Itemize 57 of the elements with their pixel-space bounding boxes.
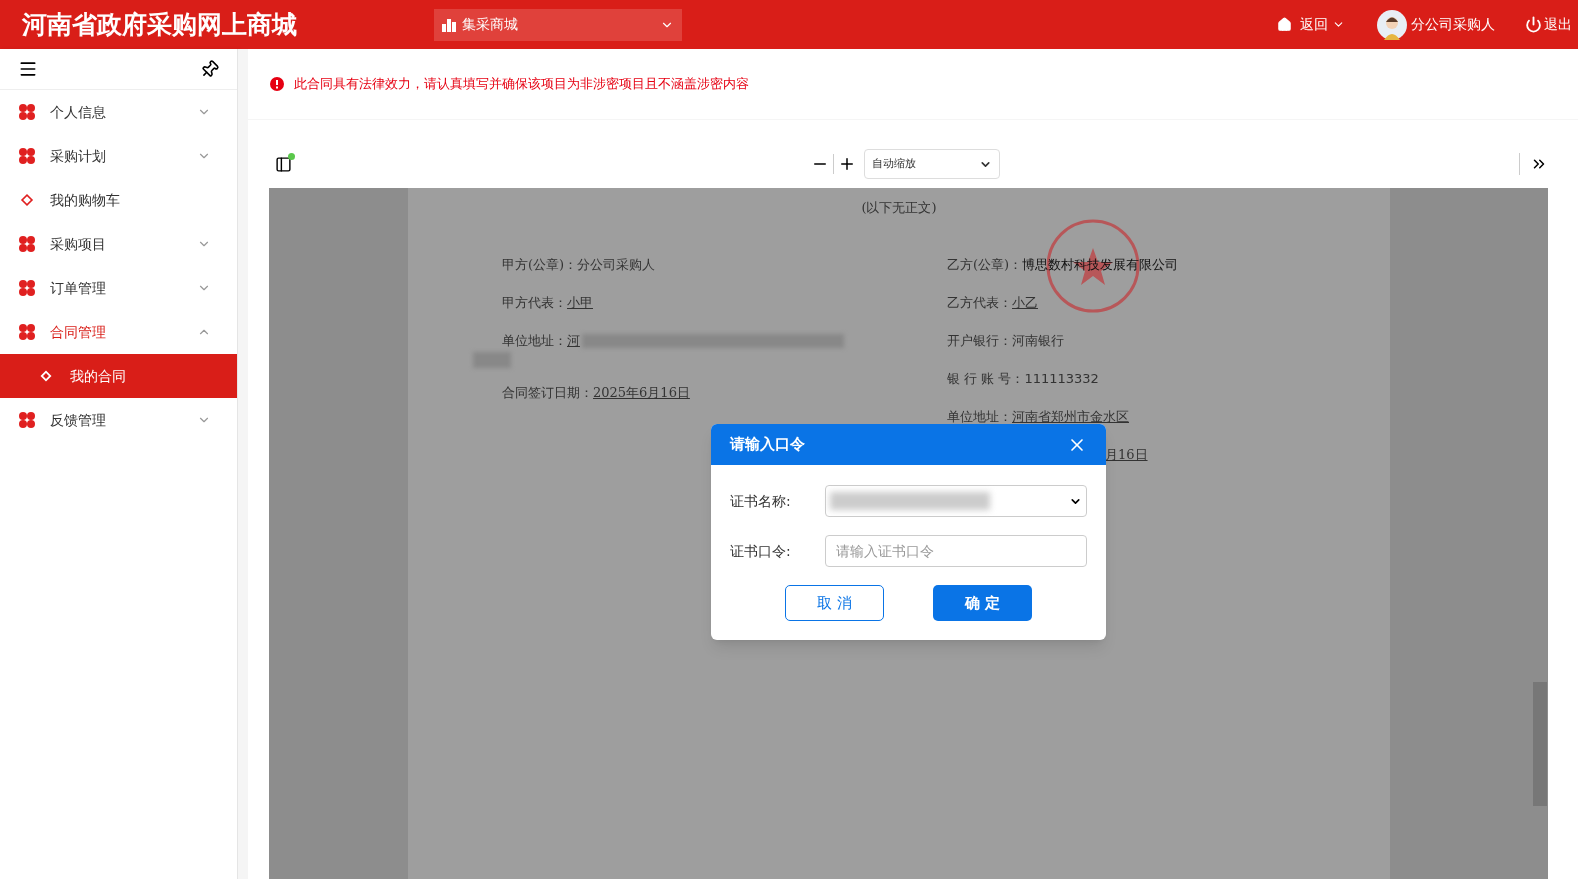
field-value: 小甲 <box>567 293 593 312</box>
back-menu[interactable]: 返回 <box>1277 14 1345 35</box>
field-value: 2025年6月16日 <box>593 383 690 402</box>
clover-icon <box>18 279 36 297</box>
field-label: 银 行 账 号： <box>947 369 1025 388</box>
field-label: 甲方代表： <box>502 293 567 312</box>
clover-icon <box>18 147 36 165</box>
menu-item[interactable]: 我的购物车 <box>0 178 237 222</box>
submenu-item[interactable]: 我的合同 <box>0 354 237 398</box>
password-field[interactable]: 请输入证书口令 <box>825 535 1087 567</box>
user-name[interactable]: 分公司采购人 <box>1411 14 1495 35</box>
diamond-icon <box>18 191 36 209</box>
field-label: 证书口令: <box>730 541 792 561</box>
field-label: 单位地址： <box>502 331 567 350</box>
home-icon <box>1277 17 1292 32</box>
menu-item[interactable]: 采购项目 <box>0 222 237 266</box>
field-value: 小乙 <box>1012 293 1038 312</box>
field-label: 甲方(公章)： <box>502 255 578 274</box>
zoom-in-icon[interactable] <box>838 155 856 173</box>
menu-item[interactable]: 合同管理 <box>0 310 237 354</box>
alert-message: 此合同具有法律效力，请认真填写并确保该项目为非涉密项目且不涵盖涉密内容 <box>294 75 749 94</box>
zoom-select[interactable]: 自动缩放 <box>864 149 1000 179</box>
field-value: 分公司采购人 <box>577 255 656 274</box>
field-label: 证书名称: <box>730 491 792 511</box>
menu-item[interactable]: 个人信息 <box>0 90 237 134</box>
alert-icon <box>270 77 284 91</box>
field-label: 单位地址： <box>947 407 1012 426</box>
clover-icon <box>18 411 36 429</box>
diamond-icon <box>38 368 54 384</box>
field-label: 开户银行： <box>947 331 1012 350</box>
dialog-title: 请输入口令 <box>730 434 806 456</box>
field-label: 乙方代表： <box>947 293 1012 312</box>
field-value: 河 <box>567 331 580 350</box>
site-title: 河南省政府采购网上商城 <box>22 8 298 41</box>
field-label: 合同签订日期： <box>502 383 593 402</box>
bar-chart-icon <box>442 17 458 32</box>
document-note: (以下无正文) <box>861 200 937 215</box>
clover-icon <box>18 323 36 341</box>
confirm-button[interactable]: 确 定 <box>933 585 1032 621</box>
clover-icon <box>18 103 36 121</box>
menu-item[interactable]: 采购计划 <box>0 134 237 178</box>
field-value: 月16日 <box>1105 445 1148 464</box>
field-value: 博思数村科技发展有限公司 <box>1022 255 1179 274</box>
avatar <box>1377 9 1407 40</box>
logout-button[interactable]: 退出 <box>1525 14 1572 35</box>
power-icon <box>1525 16 1542 33</box>
mall-selector[interactable]: 集采商城 <box>434 8 682 41</box>
menu-item[interactable]: 订单管理 <box>0 266 237 310</box>
field-value: 河南省郑州市金水区 <box>1012 407 1129 426</box>
menu-icon[interactable] <box>18 59 38 79</box>
cancel-button[interactable]: 取 消 <box>785 585 884 621</box>
field-label: 乙方(公章)： <box>947 255 1023 274</box>
field-value: 河南银行 <box>1012 331 1064 350</box>
menu-item[interactable]: 反馈管理 <box>0 398 237 442</box>
sidebar-toggle-icon[interactable] <box>275 155 292 173</box>
clover-icon <box>18 235 36 253</box>
field-value: 111113332 <box>1024 369 1099 388</box>
